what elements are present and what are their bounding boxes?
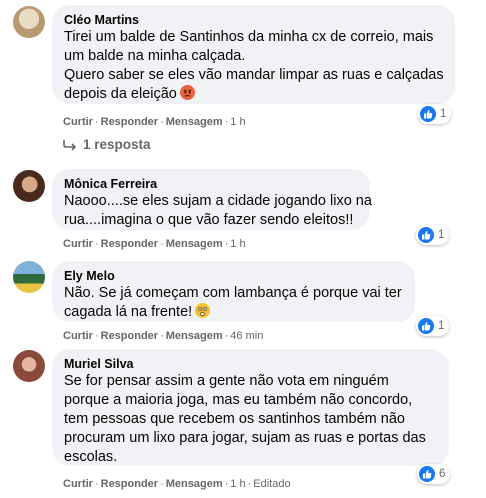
comment-text-line-content: depois da eleição [64, 86, 177, 102]
reply-arrow-icon [63, 139, 77, 151]
like-icon [418, 318, 434, 334]
like-link[interactable]: Curtir [63, 330, 93, 342]
like-link[interactable]: Curtir [63, 116, 93, 128]
comment-text-line: escolas. [64, 449, 118, 465]
avatar[interactable] [13, 350, 45, 382]
view-replies-link[interactable]: 1 resposta [63, 137, 151, 152]
comment-text-line: Naooo....se eles sujam a cidade jogando … [64, 193, 372, 209]
message-link[interactable]: Mensagem [166, 116, 223, 128]
comment-bubble: Cléo Martins Tirei um balde de Santinhos… [52, 5, 455, 104]
reply-link[interactable]: Responder [101, 238, 158, 250]
reaction-count[interactable]: 1 [416, 316, 450, 336]
reaction-number: 1 [438, 320, 445, 332]
comment-bubble: Muriel Silva Se for pensar assim a gente… [52, 349, 449, 466]
reaction-count[interactable]: 1 [418, 104, 452, 124]
avatar[interactable] [13, 261, 45, 293]
comment-bubble: Ely Melo Não. Se já começam com lambança… [52, 261, 415, 322]
edited-label: Editado [253, 478, 291, 490]
comment-actions: Curtir · Responder · Mensagem · 1 h [63, 238, 246, 250]
like-icon [418, 227, 434, 243]
comment-author[interactable]: Cléo Martins [64, 12, 443, 28]
replies-count-label: 1 resposta [83, 137, 151, 152]
comment-text-line: rua....imagina o que vão fazer sendo ele… [64, 212, 354, 228]
message-link[interactable]: Mensagem [166, 330, 223, 342]
message-link[interactable]: Mensagem [166, 238, 223, 250]
timestamp[interactable]: 1 h [230, 478, 245, 490]
reply-link[interactable]: Responder [101, 330, 158, 342]
angry-face-icon [179, 85, 195, 100]
comment-text-line: Não. Se já começam com lambança é porque… [64, 285, 402, 301]
avatar[interactable] [13, 170, 45, 202]
timestamp[interactable]: 1 h [230, 238, 245, 250]
comment-text-line: Quero saber se eles vão mandar limpar as… [64, 67, 444, 83]
reaction-number: 6 [439, 468, 446, 480]
like-link[interactable]: Curtir [63, 238, 93, 250]
comment-actions: Curtir · Responder · Mensagem · 1 h · Editado [63, 478, 291, 490]
like-icon [419, 466, 435, 482]
comment-bubble: Mônica Ferreira Naooo....se eles sujam a… [52, 169, 372, 230]
like-icon [420, 106, 436, 122]
avatar[interactable] [13, 6, 45, 38]
comment-text-line: um balde na minha calçada. [64, 48, 246, 64]
timestamp[interactable]: 46 min [230, 330, 263, 342]
comment-text-line: tem pessoas que recebem os santinhos tam… [64, 411, 405, 427]
reaction-count[interactable]: 6 [417, 464, 451, 484]
comment-text-line-content: cagada lá na frente! [64, 304, 193, 320]
flushed-face-icon [195, 303, 211, 318]
comment-author[interactable]: Muriel Silva [64, 356, 437, 372]
comment-text-line: cagada lá na frente! [64, 303, 403, 322]
message-link[interactable]: Mensagem [166, 478, 223, 490]
reply-link[interactable]: Responder [101, 116, 158, 128]
reply-link[interactable]: Responder [101, 478, 158, 490]
comment-text-line: procuram um lixo para jogar, sujam as ru… [64, 430, 426, 446]
timestamp[interactable]: 1 h [230, 116, 245, 128]
comment-author[interactable]: Ely Melo [64, 268, 403, 284]
comment-actions: Curtir · Responder · Mensagem · 1 h [63, 116, 246, 128]
comment-text-line: Tirei um balde de Santinhos da minha cx … [64, 29, 434, 45]
reaction-count[interactable]: 1 [416, 225, 450, 245]
reaction-number: 1 [438, 229, 445, 241]
comment-text-line: porque a maioria joga, mas eu também não… [64, 392, 413, 408]
comment-text-line: depois da eleição [64, 85, 443, 104]
comment-author[interactable]: Mônica Ferreira [64, 176, 358, 192]
like-link[interactable]: Curtir [63, 478, 93, 490]
comment-text-line: Se for pensar assim a gente não vota em … [64, 373, 389, 389]
comment-actions: Curtir · Responder · Mensagem · 46 min [63, 330, 264, 342]
reaction-number: 1 [440, 108, 447, 120]
